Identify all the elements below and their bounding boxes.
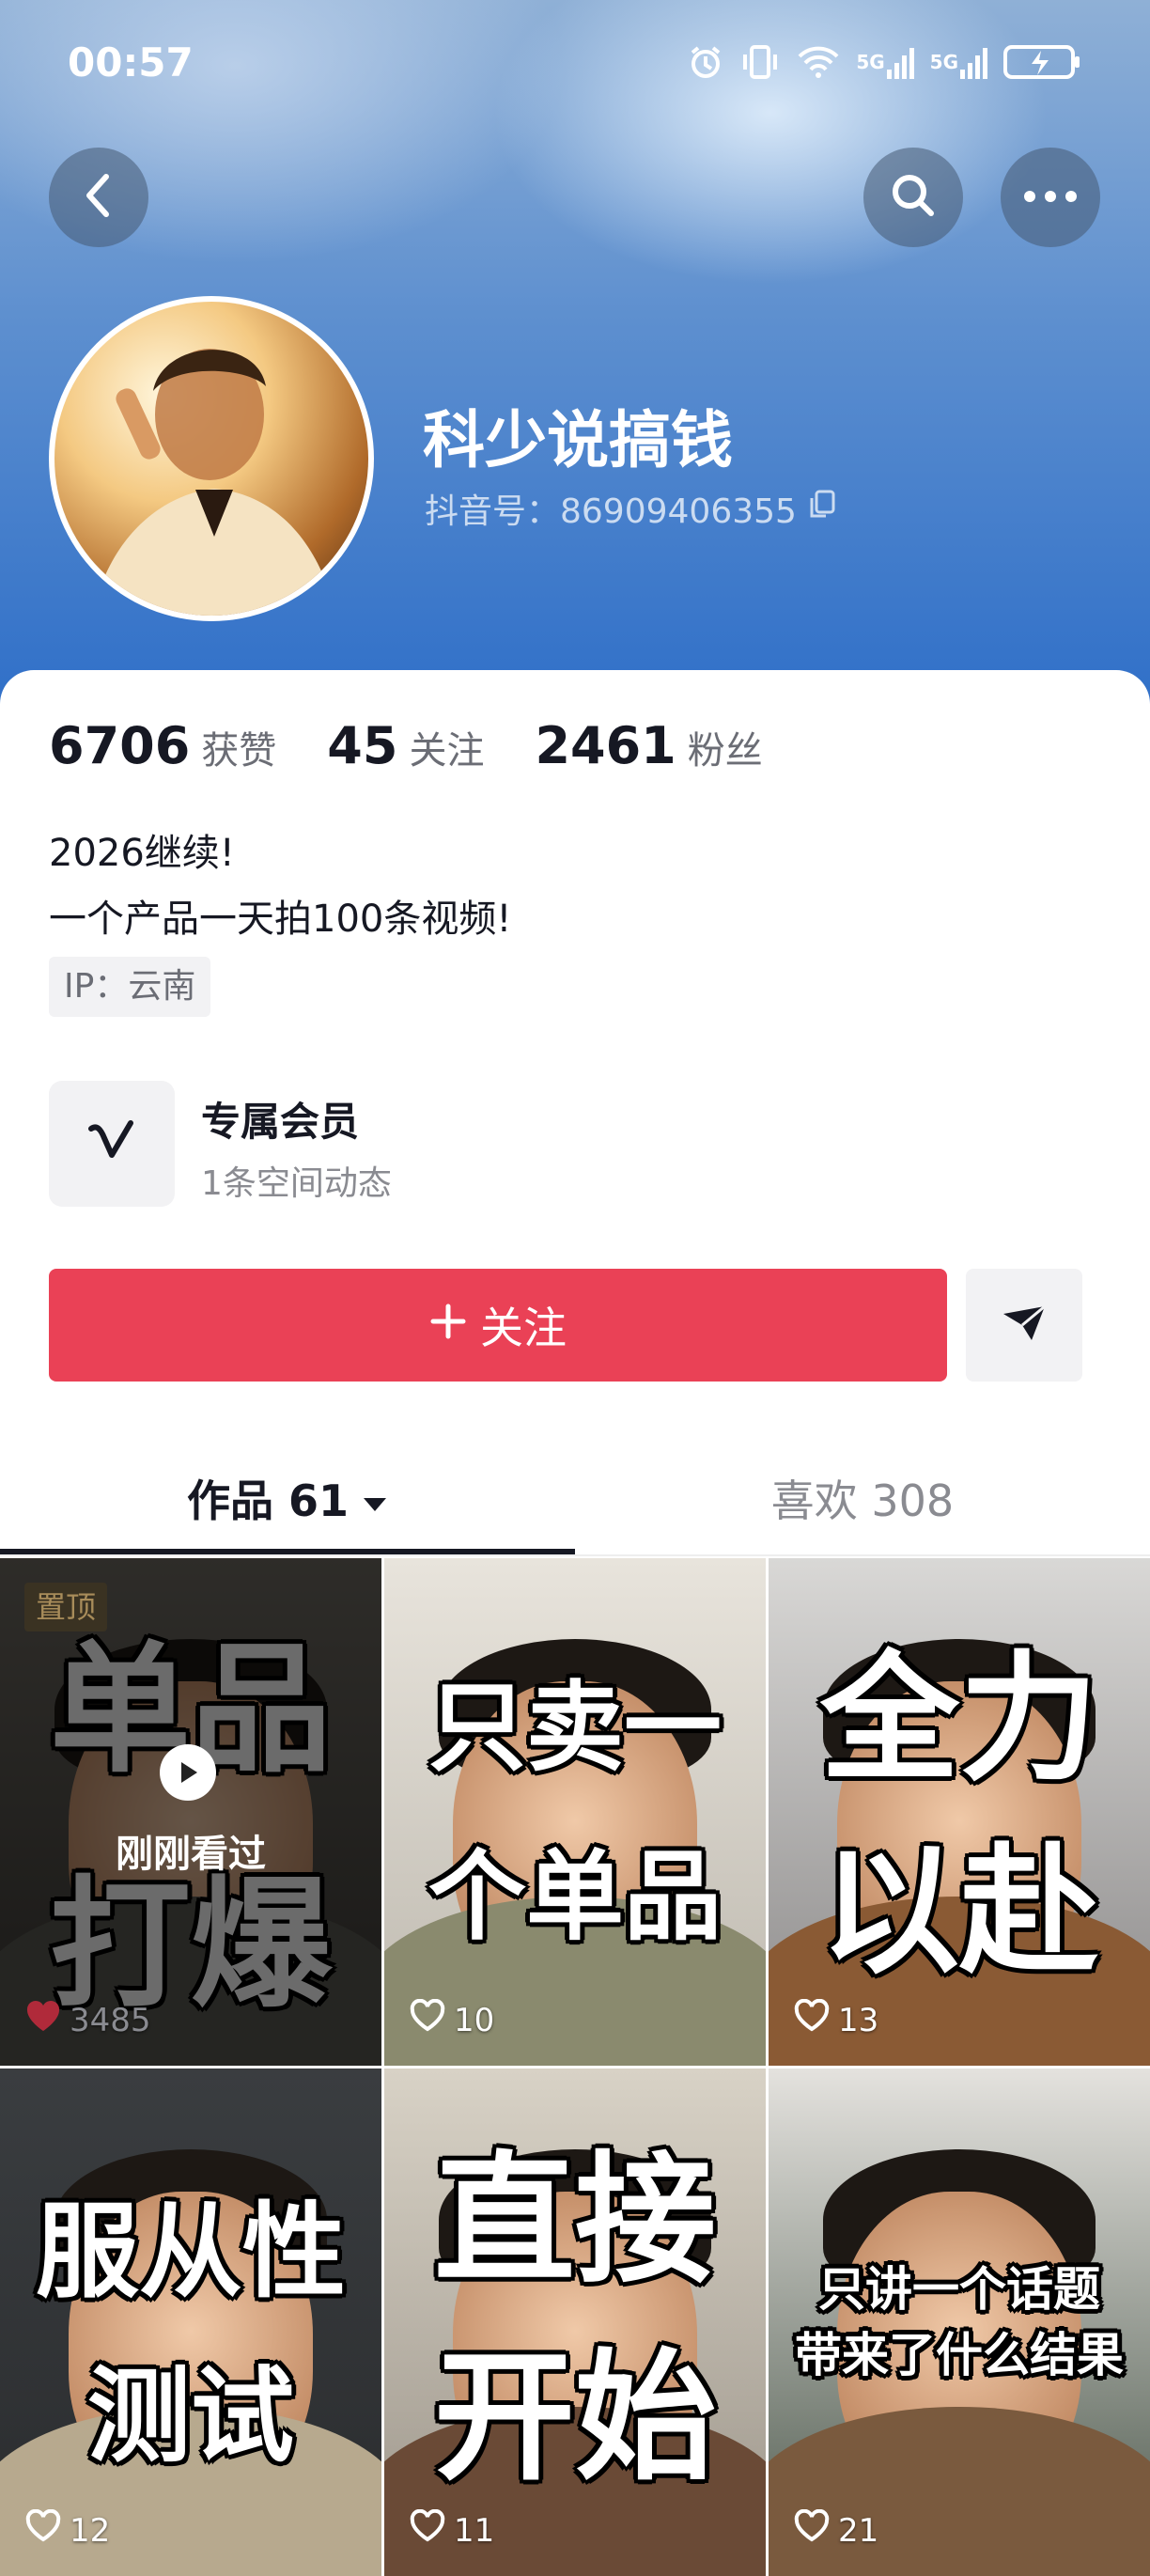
- tab-works-label: 作品 61: [186, 1475, 350, 1526]
- video-caption-line-2: 开始: [433, 2336, 716, 2500]
- video-likes-count: 12: [70, 2511, 111, 2550]
- video-caption-line-1: 服从性: [36, 2192, 346, 2312]
- member-icon-box[interactable]: [49, 1081, 175, 1207]
- heart-outline-icon: [24, 2508, 62, 2552]
- more-dots-icon: [1022, 189, 1079, 207]
- video-likes-count: 11: [454, 2511, 495, 2550]
- recently-watched-label: 刚刚看过: [116, 1833, 266, 1876]
- following-count: 45: [327, 716, 398, 775]
- follow-label: 关注: [480, 1303, 567, 1353]
- status-time: 00:57: [68, 39, 194, 86]
- video-tile[interactable]: 单品 打爆 置顶 刚刚看过 3485: [0, 1558, 381, 2066]
- tab-divider: [0, 1554, 1150, 1556]
- signal-5g-icon-2: 5G: [930, 45, 988, 79]
- douyin-id[interactable]: 抖音号：86909406355: [425, 484, 836, 533]
- video-tile[interactable]: 全力 以赴 13: [769, 1558, 1150, 2066]
- video-caption-line-2: 个单品: [427, 1839, 722, 1954]
- followers-label[interactable]: 粉丝: [688, 720, 763, 774]
- video-tile[interactable]: 服从性 测试 12: [0, 2069, 381, 2576]
- video-likes-count: 3485: [70, 2001, 151, 2039]
- video-caption-line-1: 全力: [820, 1638, 1098, 1800]
- douyin-id-text: 抖音号：86909406355: [425, 492, 797, 531]
- send-message-button[interactable]: [966, 1269, 1082, 1382]
- likes-count: 6706: [49, 716, 191, 775]
- play-icon: [160, 1744, 216, 1801]
- tab-works[interactable]: 作品 61: [0, 1447, 575, 1549]
- follow-button[interactable]: 关注: [49, 1269, 947, 1382]
- video-caption-line-1: 只讲一个话题: [818, 2262, 1100, 2317]
- video-likes-count: 21: [838, 2511, 879, 2550]
- video-caption-line-2: 测试: [87, 2356, 294, 2476]
- back-button[interactable]: [49, 148, 148, 247]
- video-caption-line-1: 直接: [433, 2139, 716, 2303]
- video-caption-line-2: 以赴: [820, 1831, 1098, 1992]
- video-likes: 10: [409, 1998, 495, 2041]
- watched-overlay: [0, 1558, 381, 2066]
- heart-outline-icon: [793, 1998, 831, 2041]
- content-tabs: 作品 61 喜欢 308: [0, 1447, 1150, 1554]
- likes-label[interactable]: 获赞: [201, 720, 276, 774]
- heart-outline-icon: [409, 2508, 446, 2552]
- signal-5g-icon-1: 5G: [856, 45, 914, 79]
- video-tile[interactable]: 直接 开始 11: [384, 2069, 766, 2576]
- bio-line-2: 一个产品一天拍100条视频!: [49, 898, 512, 941]
- member-title[interactable]: 专属会员: [201, 1090, 359, 1147]
- ip-location-tag: IP：云南: [49, 957, 211, 1017]
- video-likes-count: 13: [838, 2001, 879, 2039]
- video-likes: 3485: [24, 1999, 151, 2041]
- copy-icon[interactable]: [808, 490, 836, 528]
- vip-v-icon: [84, 1116, 140, 1172]
- alarm-icon: [687, 45, 724, 79]
- battery-charging-icon: [1003, 45, 1082, 79]
- heart-outline-icon: [409, 1998, 446, 2041]
- member-subtitle[interactable]: 1条空间动态: [201, 1156, 392, 1205]
- heart-outline-icon: [793, 2508, 831, 2552]
- profile-bio: 2026继续! 一个产品一天拍100条视频!: [49, 820, 511, 952]
- wifi-icon: [796, 45, 841, 79]
- vibrate-icon: [739, 45, 781, 79]
- tab-likes[interactable]: 喜欢 308: [575, 1447, 1150, 1549]
- more-button[interactable]: [1001, 148, 1100, 247]
- pinned-badge: 置顶: [24, 1583, 108, 1631]
- video-likes-count: 10: [454, 2001, 495, 2039]
- chevron-left-icon: [80, 171, 117, 224]
- profile-stats: 6706 获赞 45 关注 2461 粉丝: [49, 716, 814, 775]
- search-button[interactable]: [863, 148, 963, 247]
- video-tile[interactable]: 只卖一 个单品 10: [384, 1558, 766, 2066]
- search-icon: [887, 169, 940, 226]
- tab-likes-label: 喜欢 308: [770, 1475, 955, 1526]
- status-bar: 00:57 5G 5G: [68, 39, 1082, 96]
- send-arrow-icon: [1000, 1303, 1049, 1348]
- plus-icon: [429, 1300, 467, 1350]
- video-caption-line-2: 带来了什么结果: [795, 2328, 1124, 2382]
- bio-line-1: 2026继续!: [49, 832, 235, 875]
- video-likes: 12: [24, 2508, 111, 2552]
- followers-count: 2461: [535, 716, 676, 775]
- video-tile[interactable]: 只讲一个话题 带来了什么结果 21: [769, 2069, 1150, 2576]
- video-likes: 11: [409, 2508, 495, 2552]
- avatar-photo: [54, 302, 368, 616]
- caret-down-icon: [362, 1473, 388, 1523]
- profile-name: 科少说搞钱: [423, 404, 733, 476]
- video-likes: 21: [793, 2508, 879, 2552]
- avatar[interactable]: [49, 296, 374, 621]
- following-label[interactable]: 关注: [409, 720, 484, 774]
- heart-filled-icon: [24, 1999, 62, 2041]
- video-caption-line-1: 只卖一: [427, 1670, 722, 1785]
- video-likes: 13: [793, 1998, 879, 2041]
